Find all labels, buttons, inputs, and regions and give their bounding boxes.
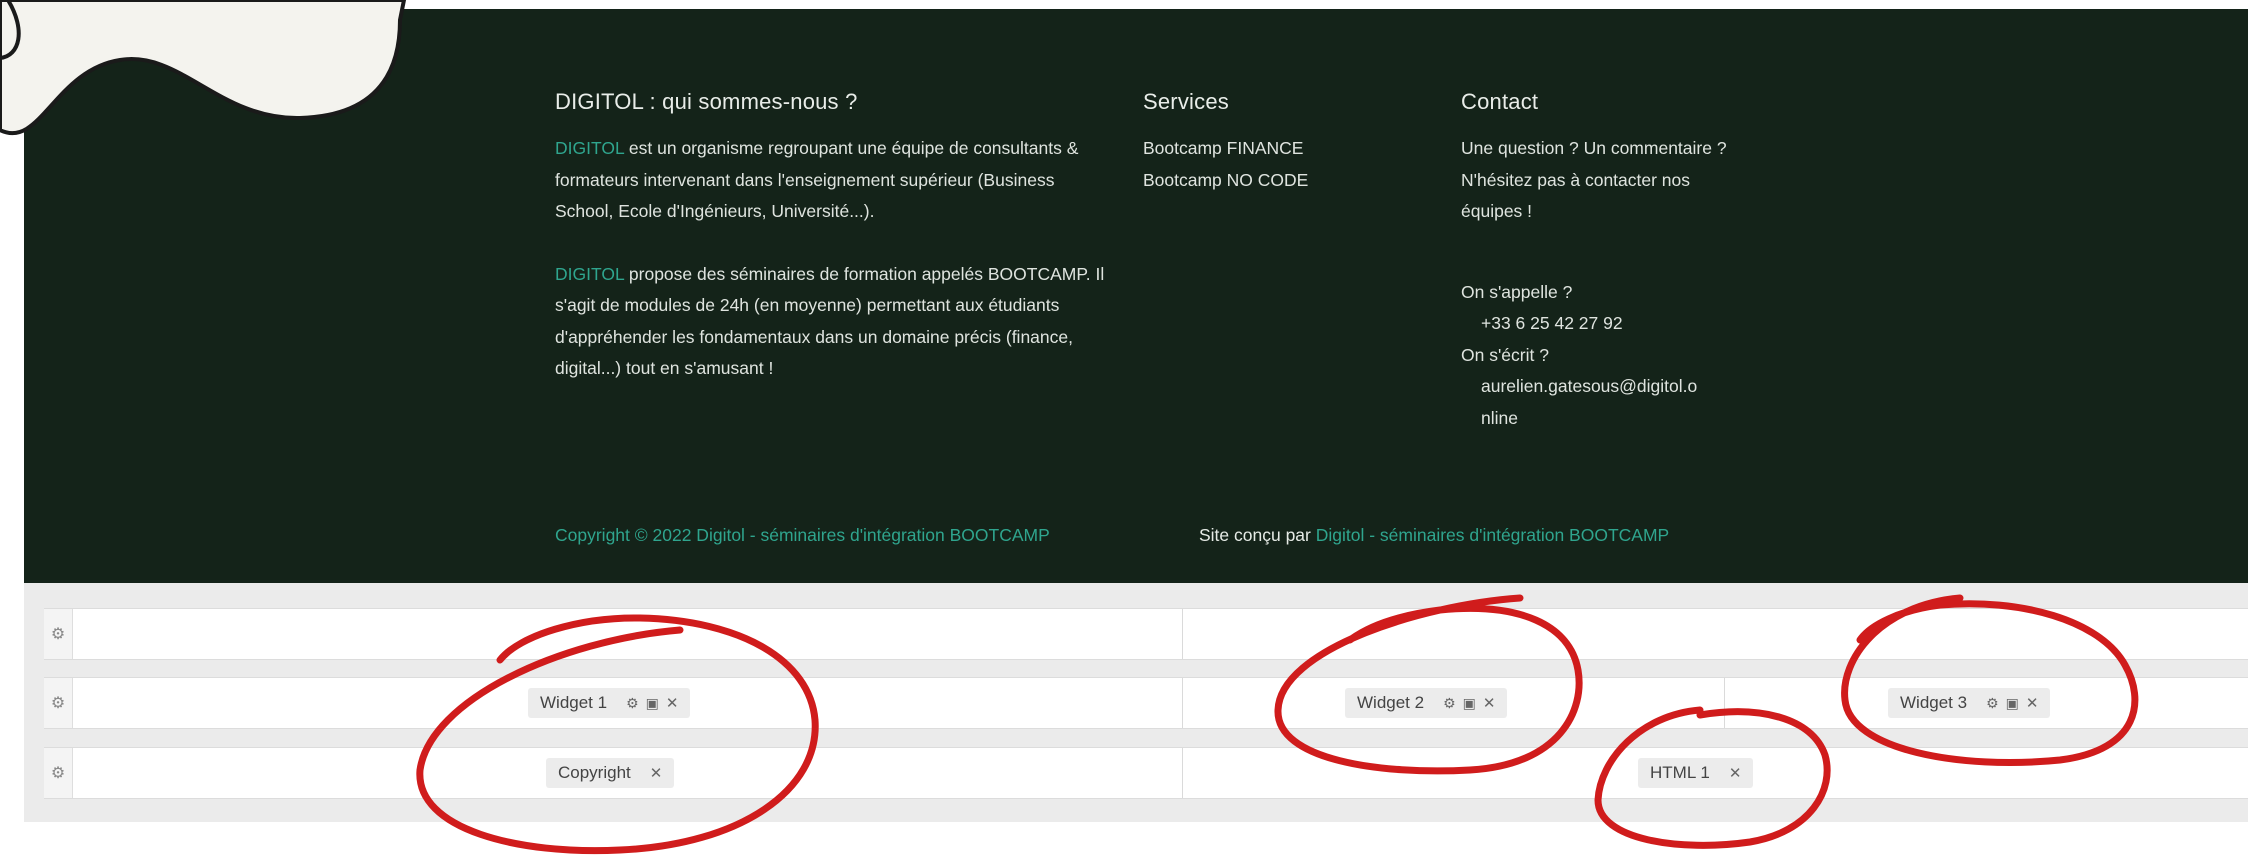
site-footer: DIGITOL : qui sommes-nous ? DIGITOL est … <box>24 9 2248 583</box>
close-icon[interactable]: ✕ <box>650 764 663 782</box>
about-paragraph-1: DIGITOL est un organisme regroupant une … <box>555 133 1115 228</box>
email-link-part1[interactable]: aurelien.gatesous@digitol.o <box>1461 371 1751 403</box>
phone-link[interactable]: +33 6 25 42 27 92 <box>1461 308 1751 340</box>
service-link-finance[interactable]: Bootcamp FINANCE <box>1143 133 1393 165</box>
close-icon[interactable]: ✕ <box>1729 764 1742 782</box>
close-icon[interactable]: ✕ <box>1483 694 1496 712</box>
widget-3-label: Widget 3 <box>1900 693 1968 712</box>
service-link-nocode[interactable]: Bootcamp NO CODE <box>1143 165 1393 197</box>
brand-link[interactable]: DIGITOL <box>555 264 624 284</box>
about-paragraph-2: DIGITOL propose des séminaires de format… <box>555 259 1115 385</box>
contact-intro: Une question ? Un commentaire ? N'hésite… <box>1461 138 1727 221</box>
call-label: On s'appelle ? <box>1461 281 1573 302</box>
about-heading: DIGITOL : qui sommes-nous ? <box>555 89 858 114</box>
gear-icon[interactable]: ⚙ <box>44 609 73 659</box>
widget-3-chip[interactable]: Widget 3 ⚙ ▣ ✕ <box>1888 688 2051 718</box>
layout-icon[interactable]: ▣ <box>2006 695 2019 712</box>
gear-icon[interactable]: ⚙ <box>1443 695 1456 712</box>
close-icon[interactable]: ✕ <box>2026 694 2039 712</box>
widget-1-chip[interactable]: Widget 1 ⚙ ▣ ✕ <box>528 688 691 718</box>
site-credit: Site conçu par Digitol - séminaires d'in… <box>1199 525 1669 546</box>
services-column: Services Bootcamp FINANCE Bootcamp NO CO… <box>1143 89 1393 196</box>
gear-icon[interactable]: ⚙ <box>1986 695 1999 712</box>
widget-2-chip[interactable]: Widget 2 ⚙ ▣ ✕ <box>1345 688 1508 718</box>
gear-icon[interactable]: ⚙ <box>44 678 73 728</box>
about-column: DIGITOL : qui sommes-nous ? DIGITOL est … <box>555 89 1115 385</box>
about-text-2: propose des séminaires de formation appe… <box>555 263 1105 379</box>
contact-heading: Contact <box>1461 89 1539 114</box>
copyright-widget-chip[interactable]: Copyright ✕ <box>546 758 675 788</box>
copyright-text: Copyright © 2022 Digitol - séminaires d'… <box>555 525 1050 545</box>
layout-icon[interactable]: ▣ <box>1463 695 1476 712</box>
credit-prefix: Site conçu par <box>1199 525 1316 545</box>
gear-icon[interactable]: ⚙ <box>44 748 73 798</box>
brand-link[interactable]: DIGITOL <box>555 138 624 158</box>
write-label: On s'écrit ? <box>1461 344 1549 365</box>
widget-1-label: Widget 1 <box>540 693 608 712</box>
services-heading: Services <box>1143 89 1229 114</box>
builder-row-main: ⚙ Widget 1 ⚙ ▣ ✕ Widget 2 ⚙ ▣ ✕ Widget 3… <box>44 677 2248 729</box>
builder-row-bottom: ⚙ Copyright ✕ HTML 1 ✕ <box>44 747 2248 799</box>
credit-link[interactable]: Digitol - séminaires d'intégration BOOTC… <box>1316 525 1669 545</box>
copyright-widget-label: Copyright <box>558 763 631 782</box>
html-1-chip[interactable]: HTML 1 ✕ <box>1638 758 1754 788</box>
html-1-label: HTML 1 <box>1650 763 1710 782</box>
layout-icon[interactable]: ▣ <box>646 695 659 712</box>
contact-column: Contact Une question ? Un commentaire ? … <box>1461 89 1751 434</box>
builder-row-top: ⚙ <box>44 608 2248 660</box>
footer-builder: ⚙ ⚙ Widget 1 ⚙ ▣ ✕ Widget 2 ⚙ ▣ ✕ Widget… <box>24 583 2248 822</box>
gear-icon[interactable]: ⚙ <box>626 695 639 712</box>
email-link-part2[interactable]: nline <box>1461 403 1751 435</box>
close-icon[interactable]: ✕ <box>666 694 679 712</box>
widget-2-label: Widget 2 <box>1357 693 1425 712</box>
about-text-1: est un organisme regroupant une équipe d… <box>555 138 1079 221</box>
